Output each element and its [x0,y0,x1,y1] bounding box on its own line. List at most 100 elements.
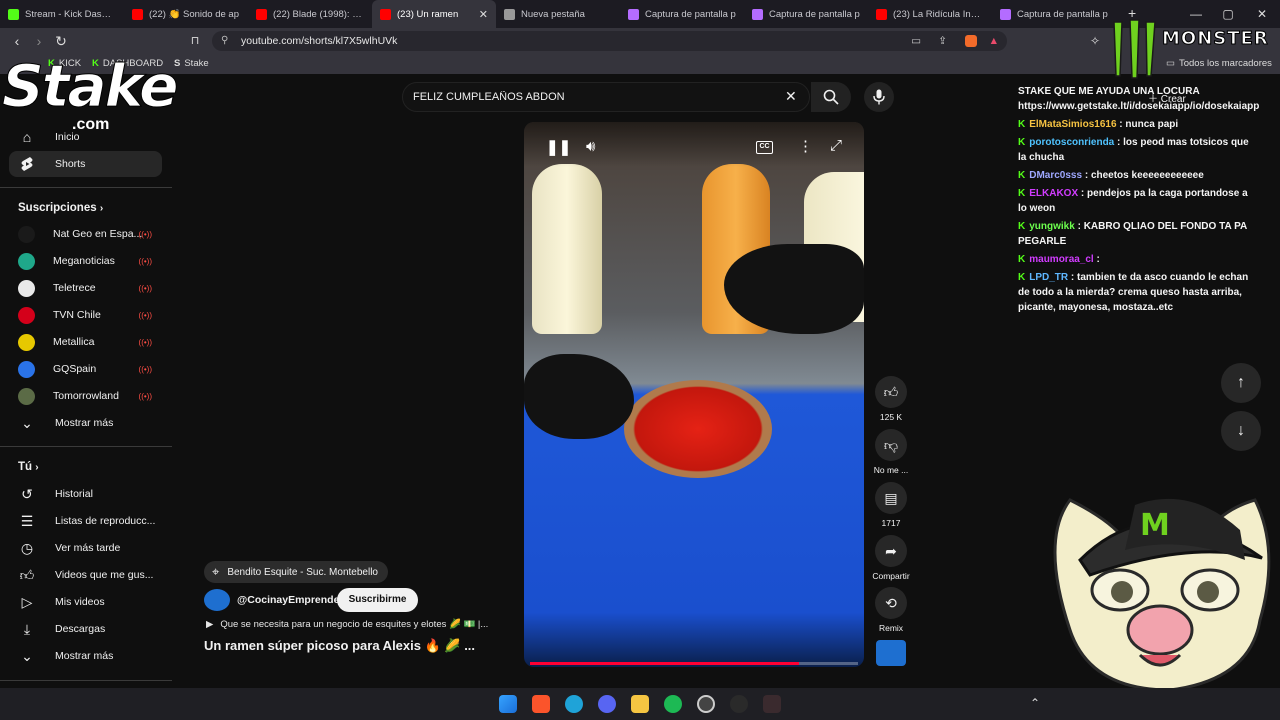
you-heading[interactable]: Tú › [18,461,39,473]
chat-text: STAKE QUE ME AYUDA UNA LOCURA [1018,86,1200,97]
clear-search-icon[interactable]: ✕ [785,88,797,105]
sidebar-subscription-item[interactable]: Teletrece ((•)) [9,275,162,301]
sidebar-item-history[interactable]: ↺ Historial [9,481,162,507]
sidebar-item-like[interactable]: 👍︎ Videos que me gus... [9,562,162,588]
browser-tab[interactable]: Nueva pestaña [496,0,620,28]
history-icon: ↺ [21,485,33,502]
short-description-row[interactable]: ▶ Que se necesita para un negocio de esqu… [206,619,488,630]
back-icon[interactable]: ‹ [8,32,26,50]
share-page-icon[interactable]: ⇪ [938,31,947,51]
reload-icon[interactable]: ↻ [52,32,70,50]
discord-app-icon[interactable] [598,695,616,713]
short-video-player[interactable]: ❚❚ 🔊︎ CC ⋮ ⤢ [524,122,864,667]
sidebar-subscription-item[interactable]: Nat Geo en Espa... ((•)) [9,221,162,247]
voice-search-button[interactable] [864,82,894,112]
sidebar-subscription-item[interactable]: Tomorrowland ((•)) [9,383,162,409]
thumbs-down-icon: 👎︎ [883,436,899,453]
brave-app-icon[interactable] [532,695,550,713]
channel-avatar [18,360,35,378]
cast-icon[interactable]: ▭ [911,31,921,51]
spotify-app-icon[interactable] [664,695,682,713]
volume-icon[interactable]: 🔊︎ [586,138,595,155]
chat-username: DMarc0sss [1029,170,1083,181]
short-title[interactable]: Un ramen súper picoso para Alexis 🔥 🌽 ..… [204,638,475,654]
fullscreen-icon[interactable]: ⤢ [830,137,842,154]
tab-title: (23) Un ramen [397,8,459,20]
close-tab-icon[interactable]: ✕ [479,8,488,21]
site-info-icon[interactable]: ⚲ [221,31,228,51]
search-input[interactable] [413,89,773,105]
sidebar-item-clock[interactable]: ◷ Ver más tarde [9,535,162,561]
chat-username: ElMataSimios1616 [1029,119,1117,130]
channel-avatar [18,252,35,270]
like-button[interactable]: 👍︎ [875,376,907,408]
sidebar-item-label: Metallica [53,336,95,348]
tab-strip: Stream - Kick Dashbo (22) 👏 Sonido de ap (… [0,0,1280,28]
browser-tab[interactable]: Captura de pantalla p [744,0,868,28]
next-short-button[interactable]: ↓ [1221,411,1261,451]
browser-tab[interactable]: Stream - Kick Dashbo [0,0,124,28]
sidebar-item-shorts[interactable]: Shorts [9,151,162,177]
monster-logo-text: MONSTER [1162,28,1269,50]
edge-app-icon[interactable] [565,695,583,713]
browser-tab[interactable]: (22) 👏 Sonido de ap [124,0,248,28]
browser-tab[interactable]: Captura de pantalla p [620,0,744,28]
bookmark-icon[interactable]: ⊓ [186,32,204,50]
sidebar-subscription-item[interactable]: TVN Chile ((•)) [9,302,162,328]
share-button[interactable]: ➦ [875,535,907,567]
browser-tab[interactable]: (22) Blade (1998): Bla [248,0,372,28]
sidebar-divider [0,680,172,681]
file-explorer-icon[interactable] [631,695,649,713]
sidebar-subscription-item[interactable]: Metallica ((•)) [9,329,162,355]
url-field[interactable]: ⚲ youtube.com/shorts/kl7X5wlhUVk ▭ ⇪ ▲ [212,31,1007,51]
channel-avatar[interactable] [204,589,230,611]
channel-avatar [18,279,35,297]
rewards-icon[interactable]: ▲ [989,31,999,51]
video-progress-track[interactable] [530,662,858,665]
obs-app-icon[interactable] [697,695,715,713]
cat-mascot-avatar: M [1053,498,1271,690]
subscribe-button[interactable]: Suscribirme [337,588,418,612]
app-icon[interactable] [763,695,781,713]
extensions-icon[interactable]: ✧ [1086,32,1104,50]
pause-icon[interactable]: ❚❚ [546,138,571,156]
sidebar-item-playlist[interactable]: ☰ Listas de reproducc... [9,508,162,534]
more-options-icon[interactable]: ⋮ [798,137,813,155]
app-icon[interactable] [730,695,748,713]
search-box[interactable]: ✕ [402,82,810,112]
brave-shield-icon[interactable] [965,35,977,47]
location-pin-icon: ⌖ [212,564,220,579]
browser-tab[interactable]: (23) Un ramen ✕ [372,0,496,28]
browser-tab[interactable]: Captura de pantalla p [992,0,1116,28]
show-more-subscriptions[interactable]: ⌄ Mostrar más [9,410,162,436]
chat-text: cheetos keeeeeeeeeeee [1090,170,1204,181]
start-icon[interactable] [499,695,517,713]
chat-username: ELKAKOX [1029,188,1079,199]
show-more-you[interactable]: ⌄ Mostrar más [9,643,162,669]
tab-favicon-icon [132,8,143,20]
sidebar-item-download[interactable]: ⤓ Descargas [9,616,162,642]
video-progress-fill [530,662,799,665]
remix-button[interactable]: ⟲ [875,587,907,619]
captions-icon[interactable]: CC [756,141,773,154]
subscriptions-heading[interactable]: Suscripciones › [18,202,103,214]
search-button[interactable] [811,82,851,112]
kick-badge-icon: K [1018,137,1026,148]
sidebar-subscription-item[interactable]: GQSpain ((•)) [9,356,162,382]
dislike-button[interactable]: 👎︎ [875,429,907,461]
comments-button[interactable]: ▤ [875,482,907,514]
sidebar-subscription-item[interactable]: Meganoticias ((•)) [9,248,162,274]
sound-thumbnail[interactable] [876,640,906,666]
sidebar-item-my-videos[interactable]: ▷ Mis videos [9,589,162,615]
sidebar-item-label: Historial [55,488,93,500]
chat-message: K LPD_TR : tambien te da asco cuando le e… [1018,272,1249,313]
browser-tab[interactable]: (23) La Ridícula Ingen [868,0,992,28]
tray-expand-icon[interactable]: ⌃ [1030,696,1040,710]
chevron-down-icon: ⌄ [21,414,33,431]
sidebar-divider [0,446,172,447]
location-chip[interactable]: ⌖ Bendito Esquite - Suc. Montebello [204,561,388,583]
stream-chat: STAKE QUE ME AYUDA UNA LOCURA https://ww… [1018,84,1259,318]
forward-icon[interactable]: › [30,32,48,50]
previous-short-button[interactable]: ↑ [1221,363,1261,403]
channel-name[interactable]: @CocinayEmprende [237,594,339,606]
